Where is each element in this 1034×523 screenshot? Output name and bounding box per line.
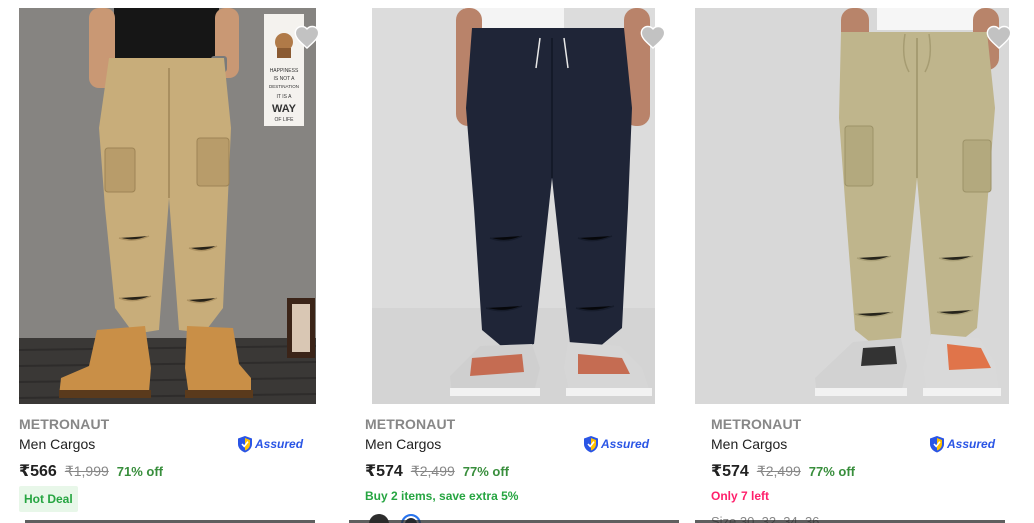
heart-icon[interactable] <box>985 24 1013 50</box>
product-title[interactable]: Men Cargos <box>365 436 441 452</box>
price-row: ₹574 ₹2,499 77% off <box>711 461 855 481</box>
assured-label: Assured <box>255 437 304 451</box>
navy-jogger-pants-photo <box>372 8 655 404</box>
product-brand: METRONAUT <box>365 416 456 432</box>
discount-label: 77% off <box>808 464 856 479</box>
discount-label: 77% off <box>462 464 510 479</box>
poster-text-line: IS NOT A <box>273 76 295 82</box>
product-card[interactable]: METRONAUT Men Cargos Assured ₹574 ₹2,499… <box>349 0 695 523</box>
assured-badge: Assured <box>929 434 995 454</box>
original-price: ₹2,499 <box>410 463 455 479</box>
original-price: ₹1,999 <box>64 463 109 479</box>
product-brand: METRONAUT <box>711 416 802 432</box>
assured-shield-icon <box>584 436 598 453</box>
poster-text-line: OF LIFE <box>275 117 295 123</box>
assured-label: Assured <box>601 437 650 451</box>
poster-text-line: HAPPINESS <box>270 68 299 74</box>
selling-price: ₹566 <box>19 463 57 480</box>
khaki-cargo-pants-photo: HAPPINESS IS NOT A DESTINATION IT IS A WAY OF… <box>19 8 316 404</box>
assured-badge: Assured <box>583 434 649 454</box>
price-row: ₹566 ₹1,999 71% off <box>19 461 163 481</box>
original-price: ₹2,499 <box>756 463 801 479</box>
poster-text-line: IT IS A <box>277 94 293 100</box>
product-image[interactable] <box>372 8 655 404</box>
assured-label: Assured <box>947 437 996 451</box>
product-brand: METRONAUT <box>19 416 110 432</box>
poster-text-line: DESTINATION <box>269 84 299 89</box>
product-image[interactable]: HAPPINESS IS NOT A DESTINATION IT IS A WAY OF… <box>19 8 316 404</box>
selling-price: ₹574 <box>711 463 749 480</box>
low-stock-text: Only 7 left <box>711 489 770 503</box>
assured-shield-icon <box>238 436 252 453</box>
discount-label: 71% off <box>116 464 164 479</box>
heart-icon[interactable] <box>293 24 321 50</box>
price-row: ₹574 ₹2,499 77% off <box>365 461 509 481</box>
assured-badge: Assured <box>237 434 303 454</box>
product-title[interactable]: Men Cargos <box>711 436 787 452</box>
selling-price: ₹574 <box>365 463 403 480</box>
product-card[interactable]: METRONAUT Men Cargos Assured ₹574 ₹2,499… <box>695 0 1034 523</box>
poster-text-line: WAY <box>272 103 297 115</box>
assured-shield-icon <box>930 436 944 453</box>
product-card[interactable]: HAPPINESS IS NOT A DESTINATION IT IS A WAY OF… <box>19 0 349 523</box>
olive-cargo-jogger-photo <box>695 8 1009 404</box>
heart-icon[interactable] <box>639 24 667 50</box>
product-title[interactable]: Men Cargos <box>19 436 95 452</box>
bundle-offer-text: Buy 2 items, save extra 5% <box>365 489 519 503</box>
hot-deal-badge: Hot Deal <box>19 486 78 512</box>
product-image[interactable] <box>695 8 1009 404</box>
